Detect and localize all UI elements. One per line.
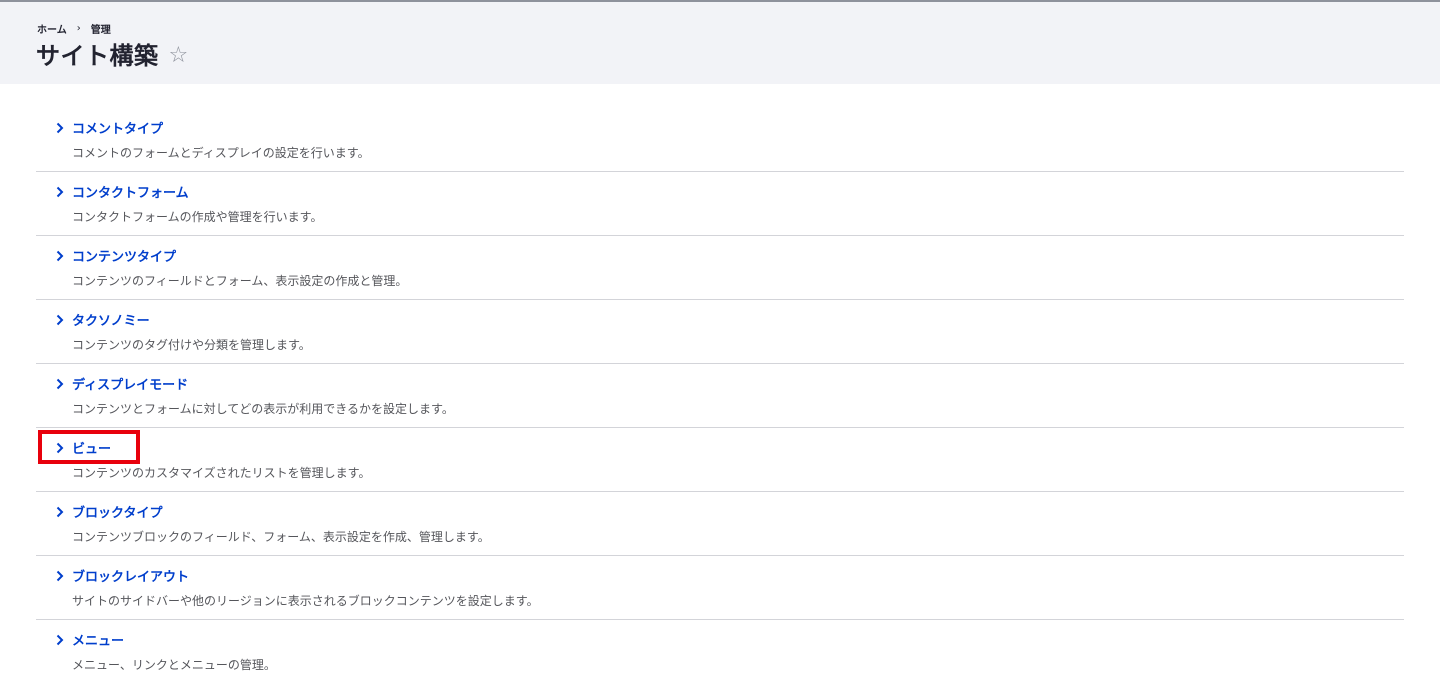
taxonomy-link[interactable]: タクソノミー — [56, 310, 150, 329]
chevron-right-icon — [56, 570, 64, 581]
menus-link[interactable]: メニュー — [56, 630, 124, 649]
item-label: コンタクトフォーム — [72, 186, 189, 201]
item-label: ブロックレイアウト — [72, 570, 190, 585]
list-item: メニュー メニュー、リンクとメニューの管理。 — [36, 620, 1404, 684]
chevron-right-icon — [56, 186, 64, 197]
display-modes-link[interactable]: ディスプレイモード — [56, 374, 188, 393]
item-label: メニュー — [72, 634, 125, 649]
views-link[interactable]: ビュー — [56, 438, 111, 457]
list-item: ビュー コンテンツのカスタマイズされたリストを管理します。 — [36, 428, 1404, 492]
breadcrumb-admin-link[interactable]: 管理 — [91, 21, 111, 36]
block-types-link[interactable]: ブロックタイプ — [56, 502, 162, 521]
contact-forms-link[interactable]: コンタクトフォーム — [56, 182, 189, 201]
page-title-row: サイト構築 ☆ — [36, 36, 188, 71]
item-description: サイトのサイドバーや他のリージョンに表示されるブロックコンテンツを設定します。 — [72, 594, 539, 608]
list-item: ディスプレイモード コンテンツとフォームに対してどの表示が利用できるかを設定しま… — [36, 364, 1404, 428]
item-description: メニュー、リンクとメニューの管理。 — [72, 658, 276, 672]
breadcrumb-home-link[interactable]: ホーム — [37, 21, 67, 36]
item-description: コメントのフォームとディスプレイの設定を行います。 — [72, 146, 370, 160]
comment-types-link[interactable]: コメントタイプ — [56, 118, 163, 137]
chevron-right-icon — [56, 122, 64, 133]
item-description: コンテンツのフィールドとフォーム、表示設定の作成と管理。 — [72, 274, 408, 288]
item-label: タクソノミー — [72, 314, 150, 329]
list-item: コンタクトフォーム コンタクトフォームの作成や管理を行います。 — [36, 172, 1404, 236]
content-types-link[interactable]: コンテンツタイプ — [56, 246, 176, 265]
admin-list: コメントタイプ コメントのフォームとディスプレイの設定を行います。 コンタクトフ… — [36, 108, 1404, 684]
item-label: ディスプレイモード — [72, 378, 189, 393]
shortcut-star-icon[interactable]: ☆ — [169, 44, 189, 67]
page-title: サイト構築 — [36, 42, 159, 70]
item-label: コンテンツタイプ — [72, 250, 177, 265]
item-label: ブロックタイプ — [72, 506, 163, 521]
breadcrumb-separator: › — [76, 23, 81, 34]
chevron-right-icon — [56, 314, 64, 325]
item-label: ビュー — [72, 442, 112, 457]
item-description: コンテンツのカスタマイズされたリストを管理します。 — [72, 466, 371, 480]
list-item: タクソノミー コンテンツのタグ付けや分類を管理します。 — [36, 300, 1404, 364]
item-description: コンテンツのタグ付けや分類を管理します。 — [72, 338, 311, 352]
list-item: コンテンツタイプ コンテンツのフィールドとフォーム、表示設定の作成と管理。 — [36, 236, 1404, 300]
list-item: ブロックレイアウト サイトのサイドバーや他のリージョンに表示されるブロックコンテ… — [36, 556, 1404, 620]
block-layout-link[interactable]: ブロックレイアウト — [56, 566, 189, 585]
chevron-right-icon — [56, 634, 64, 645]
list-item: ブロックタイプ コンテンツブロックのフィールド、フォーム、表示設定を作成、管理し… — [36, 492, 1404, 556]
chevron-right-icon — [56, 378, 64, 389]
item-description: コンテンツブロックのフィールド、フォーム、表示設定を作成、管理します。 — [72, 530, 490, 544]
page-header: ホーム › 管理 サイト構築 ☆ — [0, 2, 1440, 84]
breadcrumb: ホーム › 管理 — [37, 21, 111, 36]
item-description: コンタクトフォームの作成や管理を行います。 — [72, 210, 323, 224]
list-item: コメントタイプ コメントのフォームとディスプレイの設定を行います。 — [36, 108, 1404, 172]
item-label: コメントタイプ — [72, 122, 164, 137]
item-description: コンテンツとフォームに対してどの表示が利用できるかを設定します。 — [72, 402, 454, 416]
chevron-right-icon — [56, 442, 64, 453]
chevron-right-icon — [56, 250, 64, 261]
chevron-right-icon — [56, 506, 64, 517]
